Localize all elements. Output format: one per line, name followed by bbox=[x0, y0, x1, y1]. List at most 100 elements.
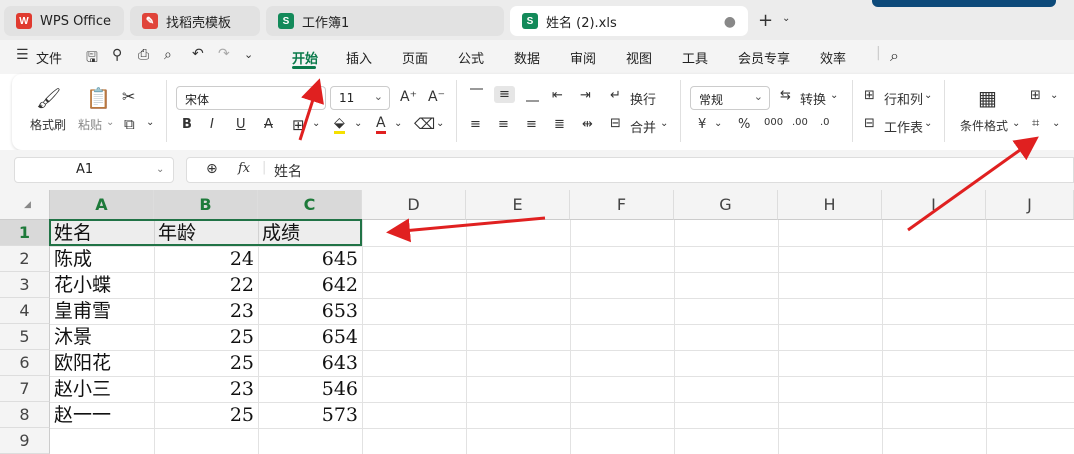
column-header[interactable]: D bbox=[362, 190, 466, 220]
indent-decrease-icon[interactable]: ⇤ bbox=[552, 88, 563, 103]
unsaved-dot-icon[interactable]: ● bbox=[724, 14, 736, 30]
cell-a6[interactable]: 欧阳花 bbox=[50, 350, 154, 376]
column-header[interactable]: H bbox=[778, 190, 882, 220]
worksheet-button[interactable]: 工作表 bbox=[884, 117, 923, 136]
wrap-text-icon[interactable]: ↵ bbox=[610, 88, 621, 103]
cell-a5[interactable]: 沐景 bbox=[50, 324, 154, 350]
increase-font-icon[interactable]: A⁺ bbox=[400, 89, 417, 105]
conditional-format-icon[interactable]: ▦ bbox=[978, 86, 997, 110]
menu-efficiency[interactable]: 效率 bbox=[820, 48, 846, 67]
copy-icon[interactable]: ⧉ bbox=[124, 115, 135, 133]
menu-file[interactable]: 文件 bbox=[36, 48, 62, 67]
column-header[interactable]: C bbox=[258, 190, 362, 220]
underline-icon[interactable]: U bbox=[236, 117, 246, 132]
menu-member[interactable]: 会员专享 bbox=[738, 48, 790, 67]
menu-insert[interactable]: 插入 bbox=[346, 48, 372, 67]
cell-c4[interactable]: 653 bbox=[258, 298, 362, 324]
number-format-select[interactable]: 常规 ⌄ bbox=[690, 86, 770, 110]
convert-button[interactable]: 转换 bbox=[800, 89, 826, 108]
chevron-down-icon[interactable]: ⌄ bbox=[354, 118, 362, 129]
cell-b3[interactable]: 22 bbox=[154, 272, 258, 298]
decrease-decimal-icon[interactable]: .0 bbox=[820, 117, 830, 128]
cell-b8[interactable]: 25 bbox=[154, 402, 258, 428]
italic-icon[interactable]: I bbox=[210, 117, 214, 132]
redo-icon[interactable]: ↷ bbox=[218, 46, 230, 62]
wrap-text-button[interactable]: 换行 bbox=[630, 89, 656, 108]
conditional-format-button[interactable]: 条件格式 bbox=[960, 117, 1008, 134]
column-header[interactable]: F bbox=[570, 190, 674, 220]
cell-a8[interactable]: 赵一一 bbox=[50, 402, 154, 428]
undo-icon[interactable]: ↶ bbox=[192, 46, 204, 62]
zoom-icon[interactable]: ⊕ bbox=[206, 161, 218, 177]
row-header[interactable]: 7 bbox=[0, 376, 50, 402]
cell-c3[interactable]: 642 bbox=[258, 272, 362, 298]
chevron-down-icon[interactable]: ⌄ bbox=[106, 117, 114, 128]
chevron-down-icon[interactable]: ⌄ bbox=[244, 48, 253, 61]
chevron-down-icon[interactable]: ⌄ bbox=[924, 90, 932, 101]
strikethrough-icon[interactable]: A bbox=[264, 117, 273, 132]
account-bar[interactable] bbox=[872, 0, 1056, 7]
menu-review[interactable]: 审阅 bbox=[570, 48, 596, 67]
search-icon[interactable]: ⌕ bbox=[890, 46, 899, 66]
tab-active-file[interactable]: S 姓名 (2).xls ● bbox=[510, 6, 748, 36]
justify-icon[interactable]: ≣ bbox=[554, 117, 565, 132]
row-header[interactable]: 1 bbox=[0, 220, 50, 246]
increase-decimal-icon[interactable]: .00 bbox=[792, 117, 808, 128]
cell-c1[interactable]: 成绩 bbox=[258, 220, 362, 246]
merge-button[interactable]: 合并 bbox=[630, 117, 656, 136]
column-header[interactable]: I bbox=[882, 190, 986, 220]
cell-c7[interactable]: 546 bbox=[258, 376, 362, 402]
merge-icon[interactable]: ⊟ bbox=[610, 116, 621, 131]
tab-workbook1[interactable]: S 工作簿1 bbox=[266, 6, 504, 36]
row-header[interactable]: 8 bbox=[0, 402, 50, 428]
decrease-font-icon[interactable]: A⁻ bbox=[428, 89, 445, 105]
distribute-icon[interactable]: ⇹ bbox=[582, 117, 593, 132]
row-header[interactable]: 9 bbox=[0, 428, 50, 454]
cell-style-icon[interactable]: ⊞ bbox=[1030, 88, 1041, 103]
chevron-down-icon[interactable]: ⌄ bbox=[830, 90, 838, 101]
bold-icon[interactable]: B bbox=[182, 117, 192, 132]
print-icon[interactable]: ⎙ bbox=[138, 47, 149, 63]
new-tab-button[interactable]: + bbox=[758, 10, 773, 31]
tab-template[interactable]: ✎ 找稻壳模板 bbox=[130, 6, 260, 36]
cell-a4[interactable]: 皇甫雪 bbox=[50, 298, 154, 324]
menu-formula[interactable]: 公式 bbox=[458, 48, 484, 67]
cell-b7[interactable]: 23 bbox=[154, 376, 258, 402]
formula-input[interactable] bbox=[186, 157, 1074, 183]
cell-a1[interactable]: 姓名 bbox=[50, 220, 154, 246]
column-header[interactable]: A bbox=[50, 190, 154, 220]
convert-icon[interactable]: ⇆ bbox=[780, 88, 791, 103]
chevron-down-icon[interactable]: ⌄ bbox=[436, 118, 444, 129]
cell-a7[interactable]: 赵小三 bbox=[50, 376, 154, 402]
menu-view[interactable]: 视图 bbox=[626, 48, 652, 67]
cell-c2[interactable]: 645 bbox=[258, 246, 362, 272]
chevron-down-icon[interactable]: ⌄ bbox=[924, 118, 932, 129]
paste-icon[interactable]: 📋 bbox=[86, 86, 111, 110]
cell-a3[interactable]: 花小蝶 bbox=[50, 272, 154, 298]
hamburger-menu-icon[interactable]: ☰ bbox=[16, 47, 29, 63]
align-left-icon[interactable]: ≡ bbox=[470, 117, 481, 132]
currency-icon[interactable]: ¥ bbox=[698, 117, 706, 132]
share-icon[interactable]: ⚲ bbox=[112, 47, 122, 63]
cell-b2[interactable]: 24 bbox=[154, 246, 258, 272]
cell-c5[interactable]: 654 bbox=[258, 324, 362, 350]
column-header[interactable]: G bbox=[674, 190, 778, 220]
align-bottom-icon[interactable]: ⎽ bbox=[526, 88, 539, 103]
thousands-icon[interactable]: 000 bbox=[764, 117, 783, 128]
row-header[interactable]: 6 bbox=[0, 350, 50, 376]
menu-data[interactable]: 数据 bbox=[514, 48, 540, 67]
cell-b5[interactable]: 25 bbox=[154, 324, 258, 350]
align-middle-icon[interactable]: ≡ bbox=[494, 86, 515, 103]
cell-c8[interactable]: 573 bbox=[258, 402, 362, 428]
format-painter-button[interactable]: 格式刷 bbox=[30, 116, 66, 133]
chevron-down-icon[interactable]: ⌄ bbox=[714, 118, 722, 129]
column-header[interactable]: E bbox=[466, 190, 570, 220]
cell-b4[interactable]: 23 bbox=[154, 298, 258, 324]
worksheet-icon[interactable]: ⊟ bbox=[864, 116, 875, 131]
menu-page[interactable]: 页面 bbox=[402, 48, 428, 67]
align-right-icon[interactable]: ≡ bbox=[526, 117, 537, 132]
cell-c6[interactable]: 643 bbox=[258, 350, 362, 376]
font-color-icon[interactable]: A bbox=[376, 115, 386, 134]
border-icon[interactable]: ⊞ bbox=[292, 116, 305, 134]
indent-increase-icon[interactable]: ⇥ bbox=[580, 88, 591, 103]
